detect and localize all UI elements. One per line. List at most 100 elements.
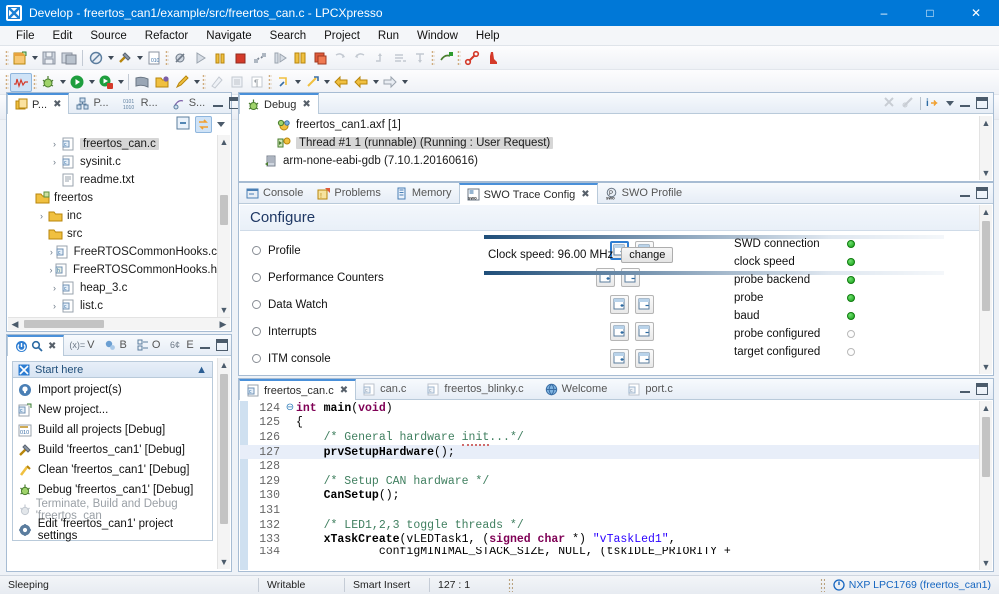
book-icon[interactable] [132, 72, 152, 92]
run-icon[interactable] [67, 72, 87, 92]
menu-source[interactable]: Source [81, 29, 135, 43]
tab-quickstart[interactable]: ✖ [7, 335, 64, 356]
source-code[interactable]: 124 ⊖ int main(void) 125 { 126 /* Genera… [240, 401, 979, 570]
terminate-icon[interactable] [230, 48, 250, 68]
scroll-thumb[interactable] [982, 417, 990, 477]
close-icon[interactable]: ✖ [48, 341, 56, 352]
tree-row-inc[interactable]: › inc [8, 207, 217, 225]
breakpoint-skip-icon[interactable] [86, 48, 106, 68]
close-icon[interactable]: ✖ [340, 385, 348, 396]
status-target[interactable]: NXP LPC1769 (freertos_can1) [825, 576, 999, 594]
minimize-icon[interactable] [959, 383, 971, 395]
maximize-button[interactable]: □ [907, 0, 953, 26]
add-view-icon[interactable] [610, 295, 629, 314]
status-target-label[interactable]: NXP LPC1769 (freertos_can1) [849, 579, 991, 591]
maximize-icon[interactable] [976, 97, 988, 109]
last-edit-location-icon[interactable] [302, 72, 322, 92]
tree-row-freertos-can-c[interactable]: › c freertos_can.c [8, 135, 217, 153]
minimize-icon[interactable] [199, 339, 211, 351]
toolbar2-drag-handle-4[interactable] [268, 74, 272, 90]
swo-feature-itm-console[interactable]: ITM console [252, 345, 442, 372]
tab-swo-profile[interactable]: Pswo SWO Profile [598, 183, 690, 203]
tree-row-sysinit-c[interactable]: › c sysinit.c [8, 153, 217, 171]
debug-tree-row-thread[interactable]: Thread #1 1 (runnable) (Running : User R… [240, 134, 979, 152]
scroll-right-icon[interactable]: ▶ [216, 318, 230, 331]
tree-row-heap3-c[interactable]: › c heap_3.c [8, 279, 217, 297]
save-all-icon[interactable] [59, 48, 79, 68]
maximize-icon[interactable] [976, 187, 988, 199]
tab-registers[interactable]: 01011010 R... [116, 93, 165, 113]
add-view-icon[interactable] [610, 349, 629, 368]
collapse-arrow-icon[interactable]: ⱟ [264, 120, 277, 130]
project-tree-vscrollbar[interactable]: ▲ ▼ [217, 135, 230, 317]
debug-bug-icon[interactable] [38, 72, 58, 92]
toolbar-drag-handle[interactable] [5, 50, 9, 66]
tree-row-src[interactable]: ⱟ src [8, 225, 217, 243]
external-tools-dropdown-icon[interactable] [116, 73, 125, 91]
breakpoint-dropdown-icon[interactable] [106, 49, 115, 67]
open-folder-icon[interactable] [152, 72, 172, 92]
change-clock-speed-button[interactable]: change [621, 247, 673, 263]
editor-body[interactable]: 124 ⊖ int main(void) 125 { 126 /* Genera… [240, 401, 979, 570]
tree-row-freertoscommonhooks-h[interactable]: › h FreeRTOSCommonHooks.h [8, 261, 217, 279]
minimize-icon[interactable] [212, 97, 224, 109]
tab-console[interactable]: Console [239, 183, 310, 203]
menu-search[interactable]: Search [261, 29, 315, 43]
tree-row-freertos[interactable]: ⱟ freertos [8, 189, 217, 207]
add-view-icon[interactable] [610, 322, 629, 341]
menu-refactor[interactable]: Refactor [136, 29, 197, 43]
scroll-up-icon[interactable]: ▲ [980, 116, 992, 130]
collapse-arrow-icon[interactable]: ⱟ [22, 193, 35, 203]
trace-waveform-icon[interactable] [10, 73, 32, 92]
swo-feature-performance-counters[interactable]: Performance Counters [252, 264, 442, 291]
menu-edit[interactable]: Edit [44, 29, 82, 43]
menu-navigate[interactable]: Navigate [197, 29, 260, 43]
external-tools-icon[interactable] [96, 72, 116, 92]
quickstart-item-import-project[interactable]: Import project(s) [13, 380, 212, 400]
back-to-icon[interactable] [331, 72, 351, 92]
radio-icon[interactable] [252, 273, 261, 282]
tree-row-list-c[interactable]: › c list.c [8, 297, 217, 315]
debug-tree-row-launch[interactable]: ⱟ freertos_can1.axf [1] [240, 116, 979, 134]
pen-dropdown-icon[interactable] [192, 73, 201, 91]
toolbar-drag-handle-3[interactable] [431, 50, 435, 66]
quickstart-item-build-project[interactable]: Build 'freertos_can1' [Debug] [13, 440, 212, 460]
maximize-icon[interactable] [216, 339, 228, 351]
tab-can-c[interactable]: c can.c [356, 379, 420, 399]
swo-vscrollbar[interactable]: ▲ ▼ [979, 205, 992, 374]
editor-vscrollbar[interactable]: ▲ ▼ [979, 401, 992, 570]
swo-feature-profile[interactable]: Profile [252, 237, 442, 264]
scroll-up-icon[interactable]: ▲ [218, 358, 230, 372]
forward-dropdown-icon[interactable] [400, 73, 409, 91]
scroll-down-icon[interactable]: ▼ [980, 166, 992, 180]
step-return-icon[interactable] [310, 48, 330, 68]
expand-arrow-icon[interactable]: › [48, 301, 61, 311]
toolbar-drag-handle-4[interactable] [457, 50, 461, 66]
toolbar-drag-handle-2[interactable] [165, 50, 169, 66]
tab-peripherals[interactable]: P... [69, 93, 115, 113]
tab-project-explorer[interactable]: P... ✖ [7, 93, 69, 114]
scroll-left-icon[interactable]: ◀ [8, 318, 22, 331]
tab-freertos-blinky-c[interactable]: c freertos_blinky.c [420, 379, 537, 399]
collapse-arrow-icon[interactable]: ⱟ [35, 229, 48, 239]
scroll-down-icon[interactable]: ▼ [980, 556, 992, 570]
tab-breakpoints[interactable]: B [99, 335, 131, 355]
tab-expressions[interactable]: 6¢ E [165, 335, 198, 355]
scroll-down-icon[interactable]: ▼ [218, 303, 230, 317]
view-menu-icon[interactable] [946, 101, 954, 106]
boot-icon[interactable] [482, 48, 502, 68]
start-here-header[interactable]: Start here ▲ [12, 361, 213, 378]
scroll-down-icon[interactable]: ▼ [980, 360, 992, 374]
new-file-icon[interactable] [10, 48, 30, 68]
last-edit-dropdown-icon[interactable] [322, 73, 331, 91]
menu-help[interactable]: Help [467, 29, 509, 43]
remove-view-icon[interactable] [635, 349, 654, 368]
minimize-button[interactable]: – [861, 0, 907, 26]
menu-run[interactable]: Run [369, 29, 408, 43]
link-with-editor-icon[interactable] [195, 116, 212, 133]
view-menu-icon[interactable] [217, 122, 225, 127]
back-dropdown-icon[interactable] [371, 73, 380, 91]
skip-breakpoints-icon[interactable] [170, 48, 190, 68]
tab-freertos-can-c[interactable]: c freertos_can.c ✖ [239, 379, 356, 400]
back-arrow-icon[interactable] [351, 72, 371, 92]
